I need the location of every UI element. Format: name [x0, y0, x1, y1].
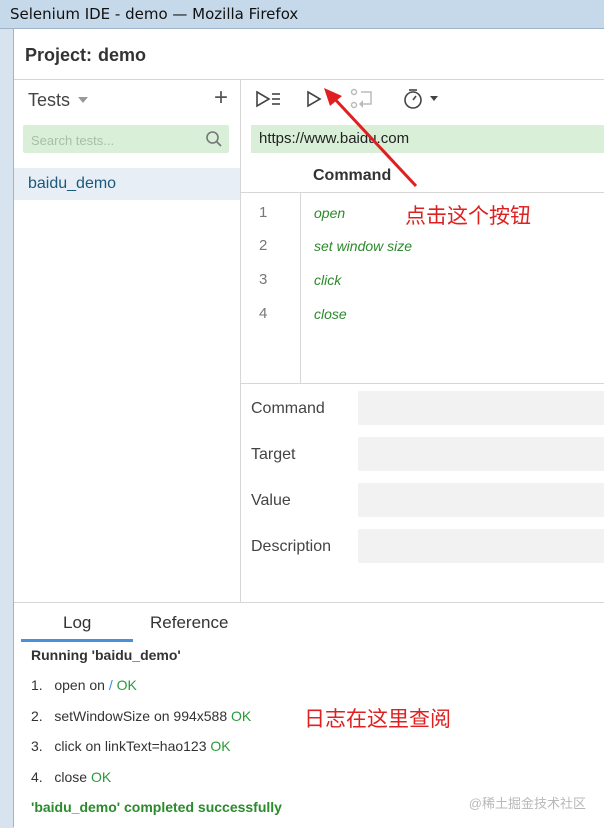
value-editor-row: Value [241, 483, 604, 519]
log-entry: 3. click on linkText=hao123 OK [31, 738, 231, 754]
log-entry-status: OK [231, 708, 252, 724]
log-entry-text: open on [54, 677, 109, 693]
value-label: Value [251, 492, 291, 509]
log-entry-text: close [54, 769, 91, 785]
window-title: Selenium IDE - demo — Mozilla Firefox [10, 5, 299, 23]
log-entry-status: OK [116, 677, 137, 693]
window-titlebar: Selenium IDE - demo — Mozilla Firefox [0, 0, 604, 29]
description-editor-row: Description [241, 529, 604, 565]
tab-log[interactable]: Log [63, 613, 91, 633]
target-field[interactable] [358, 437, 604, 471]
log-entry-status: OK [210, 738, 231, 754]
row-number: 3 [259, 271, 268, 288]
search-tests-box [23, 125, 229, 153]
log-entry-target: / [108, 677, 113, 693]
log-entry-number: 2. [31, 708, 43, 724]
row-number: 4 [259, 305, 268, 322]
row-command: set window size [314, 238, 413, 254]
table-row[interactable]: 2 set window size [241, 230, 604, 263]
log-entry-number: 3. [31, 738, 43, 754]
test-item-baidu-demo[interactable]: baidu_demo [14, 168, 240, 200]
log-entry-text: click on linkText=hao123 [54, 738, 211, 754]
row-command: close [314, 306, 347, 322]
table-row[interactable]: 3 click [241, 264, 604, 297]
table-row[interactable]: 4 close [241, 298, 604, 331]
add-test-button[interactable]: + [214, 84, 228, 112]
annotation-click-button: 点击这个按钮 [405, 204, 531, 228]
run-all-icon[interactable] [255, 86, 281, 112]
log-entry: 4. close OK [31, 769, 111, 785]
command-field[interactable] [358, 391, 604, 425]
tests-dropdown[interactable]: Tests [28, 90, 70, 111]
row-number: 2 [259, 237, 268, 254]
log-entry-text: setWindowSize on 994x588 [54, 708, 232, 724]
project-header: Project: demo [14, 29, 604, 80]
search-icon[interactable] [205, 130, 223, 148]
row-command: open [314, 205, 346, 221]
log-entry-status: OK [90, 769, 112, 785]
annotation-view-log: 日志在这里查阅 [304, 707, 451, 731]
watermark: @稀土掘金技术社区 [468, 796, 586, 811]
log-entry: 1. open on / OK [31, 677, 137, 693]
active-tab-indicator [21, 639, 133, 642]
test-item-label: baidu_demo [28, 175, 117, 192]
row-command: click [314, 272, 342, 288]
target-label: Target [251, 446, 296, 463]
command-editor-row: Command [241, 391, 604, 427]
tab-reference[interactable]: Reference [150, 613, 228, 633]
search-input[interactable] [29, 129, 203, 151]
chevron-down-icon[interactable] [78, 97, 88, 103]
target-editor-row: Target [241, 437, 604, 473]
command-editor: Command Target Value Description [241, 386, 604, 602]
description-label: Description [251, 538, 332, 555]
log-completed-line: 'baidu_demo' completed successfully [31, 799, 282, 815]
project-name[interactable]: demo [98, 45, 146, 66]
log-entry: 2. setWindowSize on 994x588 OK [31, 708, 251, 724]
annotation-arrow-icon [324, 88, 418, 188]
description-field[interactable] [358, 529, 604, 563]
project-label: Project: [25, 45, 93, 65]
row-number: 1 [259, 204, 268, 221]
command-label: Command [251, 400, 325, 417]
log-entry-number: 4. [31, 769, 43, 785]
log-running-line: Running 'baidu_demo' [31, 647, 181, 663]
log-entry-number: 1. [31, 677, 43, 693]
tests-sidebar: Tests + baidu_demo [14, 80, 241, 602]
value-field[interactable] [358, 483, 604, 517]
